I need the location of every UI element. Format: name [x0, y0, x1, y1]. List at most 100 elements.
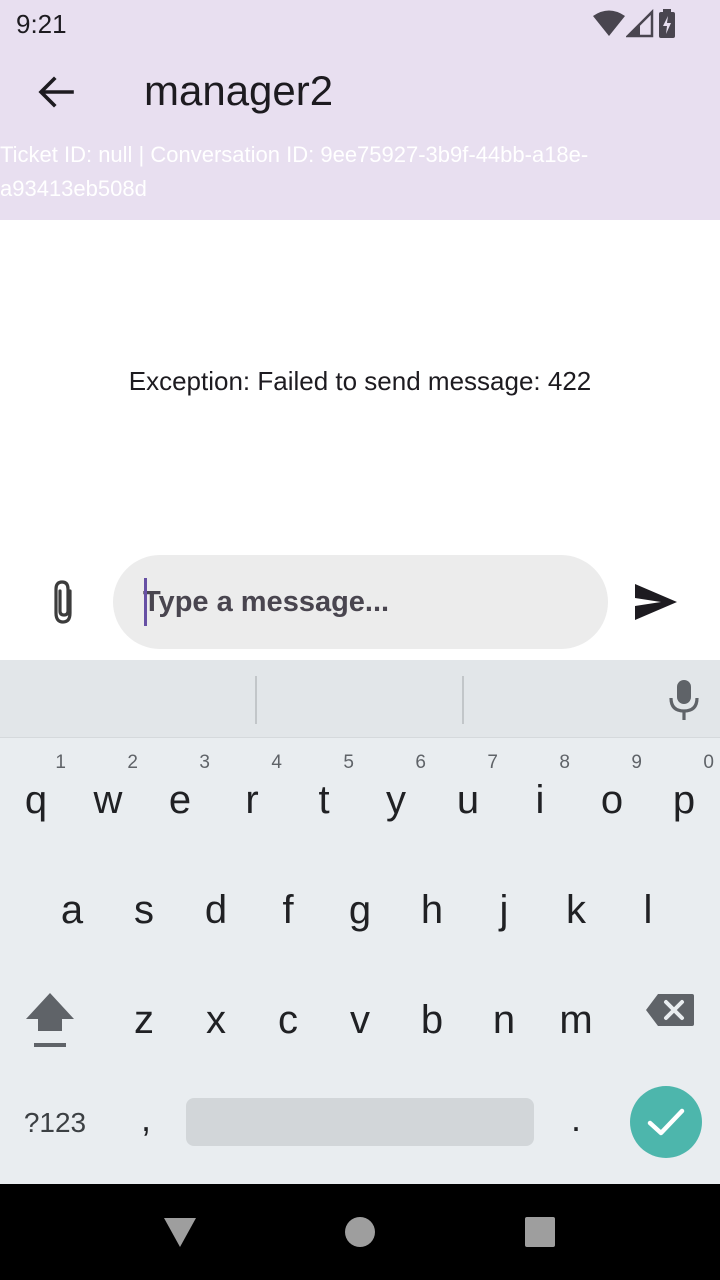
- key-d[interactable]: d: [180, 858, 252, 958]
- key-letter: s: [134, 888, 154, 932]
- key-letter: k: [566, 888, 586, 932]
- key-letter: h: [420, 888, 444, 932]
- send-button[interactable]: [628, 576, 684, 628]
- key-letter: b: [420, 998, 444, 1042]
- key-letter: o: [600, 778, 624, 822]
- key-i[interactable]: 8i: [504, 748, 576, 848]
- key-u[interactable]: 7u: [432, 748, 504, 848]
- message-input-container[interactable]: [113, 555, 608, 649]
- key-l[interactable]: l: [612, 858, 684, 958]
- key-f[interactable]: f: [252, 858, 324, 958]
- suggestion-divider: [255, 676, 257, 724]
- key-letter: u: [456, 778, 480, 822]
- text-caret: [144, 578, 147, 626]
- key-b[interactable]: b: [396, 968, 468, 1068]
- key-letter: j: [499, 888, 509, 932]
- key-letter: z: [134, 998, 154, 1042]
- on-screen-keyboard: 1q2w3e4r5t6y7u8i9o0pasdfghjklzxcvbnm ?12…: [0, 660, 720, 1184]
- app-screen: 9:21 manager2 Ticket ID: null | Conversa…: [0, 0, 720, 1280]
- key-hint: 1: [55, 752, 66, 773]
- shift-arrow-icon: [26, 993, 74, 1047]
- key-y[interactable]: 6y: [360, 748, 432, 848]
- key-m[interactable]: m: [540, 968, 612, 1068]
- key-letter: w: [93, 778, 123, 822]
- paperclip-icon: [54, 580, 72, 624]
- suggestion-strip: [0, 660, 720, 738]
- key-letter: n: [492, 998, 516, 1042]
- nav-recents-button[interactable]: [516, 1208, 564, 1256]
- key-hint: 4: [271, 752, 282, 773]
- conversation-info: Ticket ID: null | Conversation ID: 9ee75…: [0, 142, 589, 201]
- key-letter: i: [535, 778, 545, 822]
- key-letter: y: [386, 778, 406, 822]
- key-x[interactable]: x: [180, 968, 252, 1068]
- key-a[interactable]: a: [36, 858, 108, 958]
- key-hint: 6: [415, 752, 426, 773]
- key-letter: v: [350, 998, 370, 1042]
- home-circle-icon: [345, 1217, 375, 1247]
- key-letter: q: [24, 778, 48, 822]
- status-time: 9:21: [16, 9, 67, 39]
- key-c[interactable]: c: [252, 968, 324, 1068]
- key-q[interactable]: 1q: [0, 748, 72, 848]
- key-letter: x: [206, 998, 226, 1042]
- key-hint: 2: [127, 752, 138, 773]
- key-g[interactable]: g: [324, 858, 396, 958]
- backspace-icon: [646, 994, 694, 1026]
- comma-key[interactable]: ,: [126, 1098, 166, 1158]
- voice-input-button[interactable]: [662, 676, 706, 724]
- key-r[interactable]: 4r: [216, 748, 288, 848]
- back-button[interactable]: [26, 66, 86, 118]
- key-z[interactable]: z: [108, 968, 180, 1068]
- cellular-signal-icon: [626, 9, 654, 38]
- arrow-back-icon: [38, 76, 74, 108]
- key-w[interactable]: 2w: [72, 748, 144, 848]
- key-letter: l: [643, 888, 653, 932]
- error-message: Exception: Failed to send message: 422: [128, 366, 592, 396]
- key-letter: e: [168, 778, 192, 822]
- symbols-key[interactable]: ?123: [10, 1098, 100, 1148]
- key-hint: 7: [487, 752, 498, 773]
- key-p[interactable]: 0p: [648, 748, 720, 848]
- backspace-key[interactable]: [634, 980, 706, 1040]
- key-h[interactable]: h: [396, 858, 468, 958]
- key-letter: p: [672, 778, 696, 822]
- key-k[interactable]: k: [540, 858, 612, 958]
- wifi-icon: [593, 10, 625, 36]
- system-navigation-bar: [0, 1184, 720, 1280]
- suggestion-divider: [462, 676, 464, 724]
- key-letter: m: [559, 998, 593, 1042]
- message-input[interactable]: [143, 573, 583, 631]
- shift-key[interactable]: [14, 980, 86, 1060]
- key-hint: 8: [559, 752, 570, 773]
- key-j[interactable]: j: [468, 858, 540, 958]
- key-letter: t: [318, 778, 330, 822]
- page-title: manager2: [144, 67, 334, 114]
- key-e[interactable]: 3e: [144, 748, 216, 848]
- recents-square-icon: [525, 1217, 555, 1247]
- nav-back-button[interactable]: [156, 1208, 204, 1256]
- key-hint: 0: [703, 752, 714, 773]
- space-key[interactable]: [186, 1098, 534, 1146]
- checkmark-icon: [647, 1108, 685, 1136]
- key-letter: d: [204, 888, 228, 932]
- key-hint: 3: [199, 752, 210, 773]
- key-letter: g: [348, 888, 372, 932]
- key-t[interactable]: 5t: [288, 748, 360, 848]
- key-s[interactable]: s: [108, 858, 180, 958]
- key-v[interactable]: v: [324, 968, 396, 1068]
- attach-button[interactable]: [38, 576, 90, 628]
- period-key[interactable]: .: [556, 1098, 596, 1158]
- app-bar: manager2 Ticket ID: null | Conversation …: [0, 48, 720, 220]
- key-o[interactable]: 9o: [576, 748, 648, 848]
- battery-charging-icon: [659, 9, 675, 38]
- key-letter: c: [278, 998, 298, 1042]
- enter-key[interactable]: [630, 1086, 702, 1158]
- key-letter: r: [245, 778, 259, 822]
- status-bar: 9:21: [0, 0, 720, 48]
- key-n[interactable]: n: [468, 968, 540, 1068]
- key-letter: a: [60, 888, 84, 932]
- key-hint: 9: [631, 752, 642, 773]
- nav-home-button[interactable]: [336, 1208, 384, 1256]
- microphone-icon: [669, 680, 699, 720]
